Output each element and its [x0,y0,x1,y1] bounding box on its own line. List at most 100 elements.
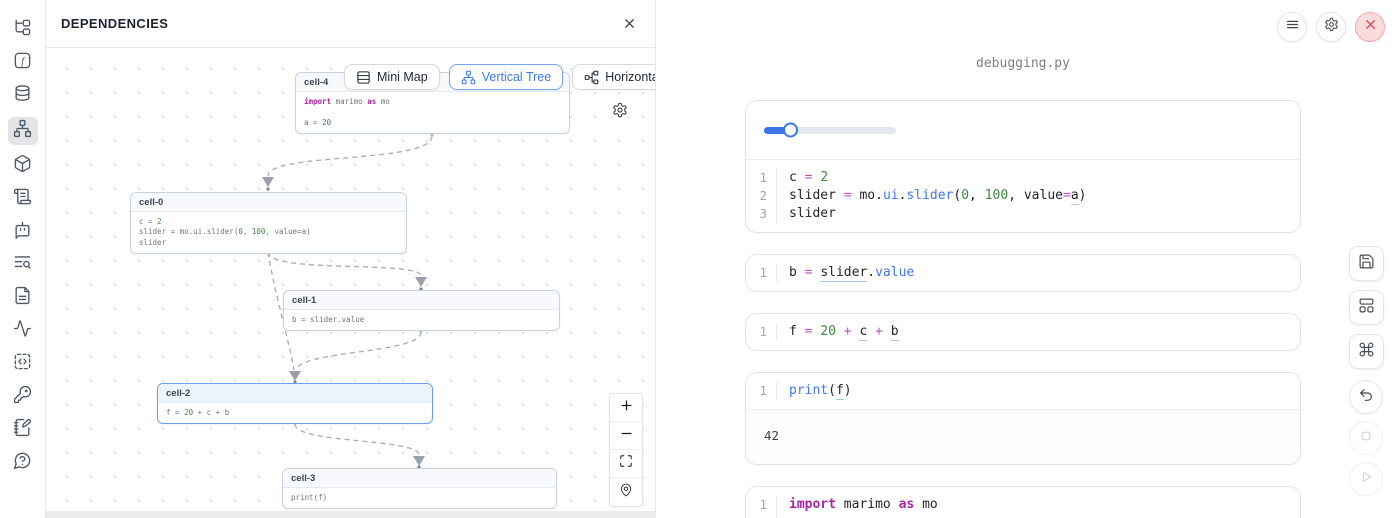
svg-text:f: f [21,56,26,67]
dependencies-panel: DEPENDENCIES [46,0,656,518]
code-editor[interactable]: 1f = 20 + c + b [746,314,1300,350]
zoom-controls [609,393,643,507]
code-editor[interactable]: 1b = slider.value [746,255,1300,291]
sidebar-item-logs[interactable] [8,187,38,211]
stop-button[interactable] [1349,421,1383,455]
graph-node-cell-3[interactable]: cell-3 print(f) [282,468,557,509]
dependencies-icon [13,119,32,143]
dependency-graph-canvas[interactable]: cell-4 import marimo as mo a = 20 cell-0… [46,48,655,511]
datasources-icon [13,84,32,108]
icon-sidebar: f [0,0,46,518]
key-icon [13,385,32,409]
sidebar-item-datasources[interactable] [8,84,38,108]
text-search-icon [13,253,32,277]
help-icon [13,451,32,475]
scratchpad-icon [13,418,32,442]
layout-button[interactable] [1349,290,1384,325]
sidebar-item-dependencies[interactable] [8,117,38,145]
slider-widget[interactable] [764,127,896,134]
code-editor[interactable]: 1c = 22slider = mo.ui.slider(0, 100, val… [746,160,1300,232]
sidebar-item-snippets[interactable] [8,352,38,376]
minimap-icon [356,70,371,85]
graph-node-code: import marimo as mo a = 20 [296,92,569,133]
sidebar-item-ai-chat[interactable] [8,220,38,244]
line-number: 2 [746,187,776,205]
ai-chat-icon [13,220,32,244]
line-number: 1 [746,382,776,400]
run-button[interactable] [1349,462,1383,496]
action-buttons [1349,246,1384,369]
slider-output [746,101,1300,160]
panel-bottom-scrollbar[interactable] [46,511,655,518]
panel-header: DEPENDENCIES [46,0,655,48]
zoom-out-button[interactable] [610,422,642,450]
horizontal-tree-button[interactable]: Horizontal Tree [572,64,655,90]
slider-knob[interactable] [783,123,798,138]
command-icon [1358,341,1375,363]
sidebar-item-secrets[interactable] [8,385,38,409]
notebook-cell[interactable]: 1b = slider.value [745,254,1301,292]
file-tree-icon [13,18,32,42]
code-editor[interactable]: 1import marimo as mo2 [746,487,1300,518]
line-number: 2 [746,514,776,518]
notebook-area: debugging.py 1c = 22slider = mo.ui.slide… [656,0,1400,518]
stop-icon [1358,428,1374,449]
save-icon [1358,253,1375,275]
sidebar-item-file-explorer[interactable] [8,18,38,42]
notebook-cell[interactable]: 1import marimo as mo2 [745,486,1301,518]
horizontal-tree-icon [584,70,599,85]
notebook-cell[interactable]: 1c = 22slider = mo.ui.slider(0, 100, val… [745,100,1301,233]
packages-icon [13,154,32,178]
cell-output: 42 [746,409,1300,464]
graph-node-cell-2[interactable]: cell-2 f = 20 + c + b [157,383,433,424]
undo-button[interactable] [1349,380,1383,414]
sidebar-item-scratchpad[interactable] [8,418,38,442]
line-number: 1 [746,496,776,514]
notebook-cell[interactable]: 1f = 20 + c + b [745,313,1301,351]
window-controls [1277,12,1385,42]
code-editor[interactable]: 1print(f) [746,373,1300,409]
line-number: 3 [746,205,776,223]
line-number: 1 [746,264,776,282]
graph-node-code: f = 20 + c + b [158,403,432,423]
locate-button[interactable] [610,478,642,506]
graph-node-title: cell-2 [158,384,432,403]
graph-settings-gear-icon[interactable] [612,102,628,123]
graph-node-code: print(f) [283,488,556,508]
vertical-tree-button[interactable]: Vertical Tree [449,64,563,90]
panel-title: DEPENDENCIES [61,16,168,31]
sidebar-item-packages[interactable] [8,154,38,178]
sidebar-item-functions[interactable]: f [8,51,38,75]
sidebar-item-documentation[interactable] [8,286,38,310]
minus-icon [619,426,634,446]
save-button[interactable] [1349,246,1384,281]
play-icon [1358,469,1374,490]
zoom-in-button[interactable] [610,394,642,422]
notebook-cell[interactable]: 1print(f)42 [745,372,1301,465]
keyboard-shortcuts-button[interactable] [1349,334,1384,369]
close-icon[interactable] [618,13,640,35]
line-number: 1 [746,169,776,187]
shutdown-icon [1363,17,1378,37]
menu-icon [1285,17,1300,37]
plus-icon [619,398,634,418]
sidebar-item-help[interactable] [8,451,38,475]
shutdown-button[interactable] [1355,12,1385,42]
maximize-icon [619,454,633,473]
sidebar-item-search[interactable] [8,253,38,277]
mini-map-label: Mini Map [377,70,428,84]
mini-map-button[interactable]: Mini Map [344,64,440,90]
fit-view-button[interactable] [610,450,642,478]
menu-button[interactable] [1277,12,1307,42]
logs-icon [13,187,32,211]
line-number: 1 [746,323,776,341]
settings-button[interactable] [1316,12,1346,42]
graph-node-title: cell-0 [131,193,406,212]
graph-node-code: c = 2slider = mo.ui.slider(0, 100, value… [131,212,406,253]
graph-node-cell-1[interactable]: cell-1 b = slider.value [283,290,560,331]
sidebar-item-tracing[interactable] [8,319,38,343]
graph-node-cell-0[interactable]: cell-0 c = 2slider = mo.ui.slider(0, 100… [130,192,407,254]
layout-icon [1358,297,1375,319]
vertical-tree-icon [461,70,476,85]
snippets-icon [13,352,32,376]
